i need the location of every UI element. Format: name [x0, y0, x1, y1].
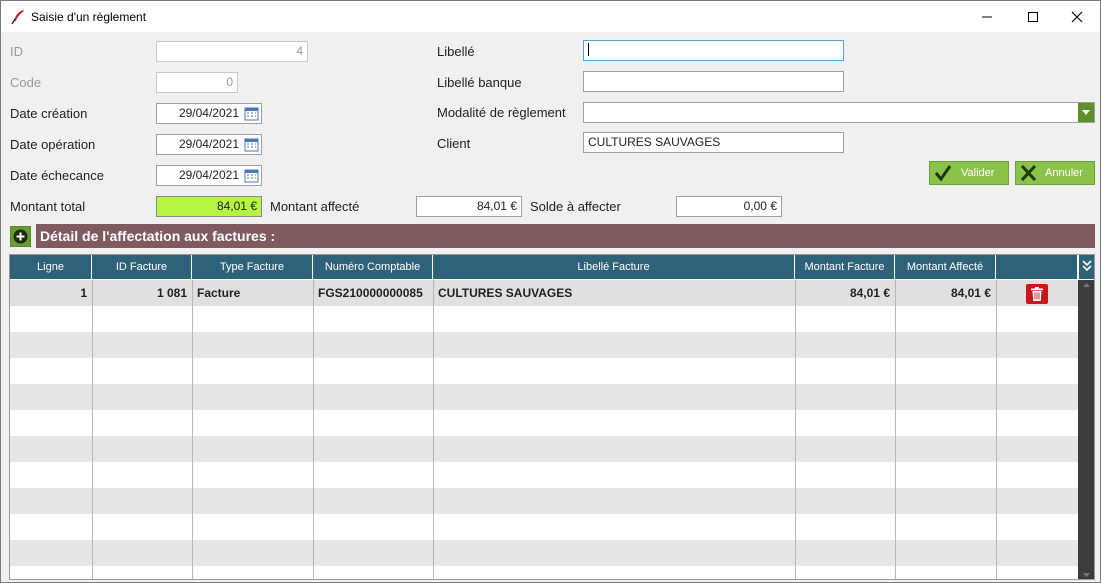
valider-label: Valider	[961, 167, 995, 179]
calendar-icon[interactable]	[243, 136, 260, 153]
calendar-icon[interactable]	[243, 105, 260, 122]
code-label: Code	[10, 75, 42, 90]
table-row-empty	[10, 384, 1078, 410]
add-invoice-button[interactable]	[10, 226, 31, 247]
chevron-down-icon[interactable]	[1078, 103, 1094, 122]
cell-montant-affecte: 84,01 €	[950, 286, 991, 300]
libelle-label: Libellé	[437, 44, 475, 59]
solde-a-affecter-field: 0,00 €	[676, 196, 782, 217]
date-operation-field[interactable]: 29/04/2021	[156, 134, 262, 155]
close-button[interactable]	[1054, 1, 1100, 32]
montant-affecte-field: 84,01 €	[416, 196, 522, 217]
delete-row-button[interactable]	[1026, 284, 1048, 304]
id-label: ID	[10, 44, 23, 59]
grid-body: 1 1 081 Facture FGS210000000085 CULTURES…	[10, 280, 1078, 579]
cell-numero-comptable: FGS210000000085	[318, 286, 423, 300]
table-row-empty	[10, 540, 1078, 566]
client-label: Client	[437, 136, 471, 151]
table-row-empty	[10, 436, 1078, 462]
table-row-empty	[10, 306, 1078, 332]
window-title: Saisie d'un règlement	[31, 10, 147, 24]
date-echeance-label: Date échecance	[10, 168, 104, 183]
solde-a-affecter-label: Solde à affecter	[530, 199, 621, 214]
column-divider	[92, 280, 93, 579]
column-divider	[192, 280, 193, 579]
column-header-id-facture[interactable]: ID Facture	[92, 255, 192, 279]
cell-montant-facture: 84,01 €	[849, 286, 890, 300]
libelle-input[interactable]	[583, 40, 844, 61]
id-field: 4	[156, 41, 308, 62]
double-chevron-down-icon[interactable]	[1078, 255, 1094, 279]
check-icon	[933, 164, 953, 185]
title-bar: Saisie d'un règlement	[1, 1, 1100, 32]
column-header-numero-comptable[interactable]: Numéro Comptable	[313, 255, 433, 279]
table-row-empty	[10, 514, 1078, 540]
date-echeance-value: 29/04/2021	[178, 168, 239, 182]
trash-icon	[1031, 287, 1043, 301]
date-creation-field[interactable]: 29/04/2021	[156, 103, 262, 124]
section-title: Détail de l'affectation aux factures :	[36, 224, 1095, 248]
libelle-banque-label: Libellé banque	[437, 75, 522, 90]
table-row[interactable]: 1 1 081 Facture FGS210000000085 CULTURES…	[10, 280, 1078, 306]
column-divider	[313, 280, 314, 579]
table-row-empty	[10, 488, 1078, 514]
date-echeance-field[interactable]: 29/04/2021	[156, 165, 262, 186]
montant-total-field[interactable]: 84,01 €	[156, 196, 262, 217]
modalite-select[interactable]	[583, 102, 1095, 123]
scroll-down-icon[interactable]	[1083, 573, 1090, 577]
montant-total-label: Montant total	[10, 199, 86, 214]
column-divider	[996, 280, 997, 579]
client-input[interactable]: CULTURES SAUVAGES	[583, 132, 844, 153]
date-creation-value: 29/04/2021	[178, 106, 239, 120]
column-header-libelle-facture[interactable]: Libellé Facture	[433, 255, 795, 279]
date-operation-label: Date opération	[10, 137, 96, 152]
valider-button[interactable]: Valider	[929, 161, 1009, 185]
montant-affecte-label: Montant affecté	[270, 199, 360, 214]
date-operation-value: 29/04/2021	[178, 137, 239, 151]
cell-id-facture: 1 081	[156, 286, 187, 300]
minimize-button[interactable]	[964, 1, 1010, 32]
table-row-empty	[10, 462, 1078, 488]
cell-ligne: 1	[80, 286, 87, 300]
annuler-button[interactable]: Annuler	[1015, 161, 1095, 185]
cell-type-facture: Facture	[197, 286, 241, 300]
annuler-label: Annuler	[1045, 167, 1083, 179]
column-header-montant-affecte[interactable]: Montant Affecté	[895, 255, 996, 279]
text-caret	[588, 43, 589, 56]
column-header-type-facture[interactable]: Type Facture	[192, 255, 313, 279]
calendar-icon[interactable]	[243, 167, 260, 184]
grid-scrollbar[interactable]	[1078, 280, 1094, 579]
column-header-ligne[interactable]: Ligne	[10, 255, 92, 279]
table-row-empty	[10, 332, 1078, 358]
table-row-empty	[10, 410, 1078, 436]
libelle-banque-input[interactable]	[583, 71, 844, 92]
cell-libelle-facture: CULTURES SAUVAGES	[438, 286, 573, 300]
column-header-actions	[996, 255, 1078, 279]
column-divider	[895, 280, 896, 579]
plus-circle-icon	[13, 229, 28, 244]
table-row-empty	[10, 358, 1078, 384]
column-divider	[795, 280, 796, 579]
grid-header: Ligne ID Facture Type Facture Numéro Com…	[10, 255, 1078, 279]
quill-icon	[10, 9, 26, 25]
table-row-empty	[10, 566, 1078, 579]
scroll-up-icon[interactable]	[1083, 283, 1090, 287]
date-creation-label: Date création	[10, 106, 88, 121]
payment-entry-window: Saisie d'un règlement ID 4 Code 0 Date c…	[0, 0, 1101, 583]
maximize-button[interactable]	[1010, 1, 1056, 32]
x-icon	[1019, 164, 1039, 185]
code-field: 0	[156, 72, 238, 93]
column-divider	[433, 280, 434, 579]
invoice-allocation-grid: Ligne ID Facture Type Facture Numéro Com…	[9, 254, 1095, 580]
modalite-label: Modalité de règlement	[437, 105, 566, 120]
column-header-montant-facture[interactable]: Montant Facture	[795, 255, 895, 279]
